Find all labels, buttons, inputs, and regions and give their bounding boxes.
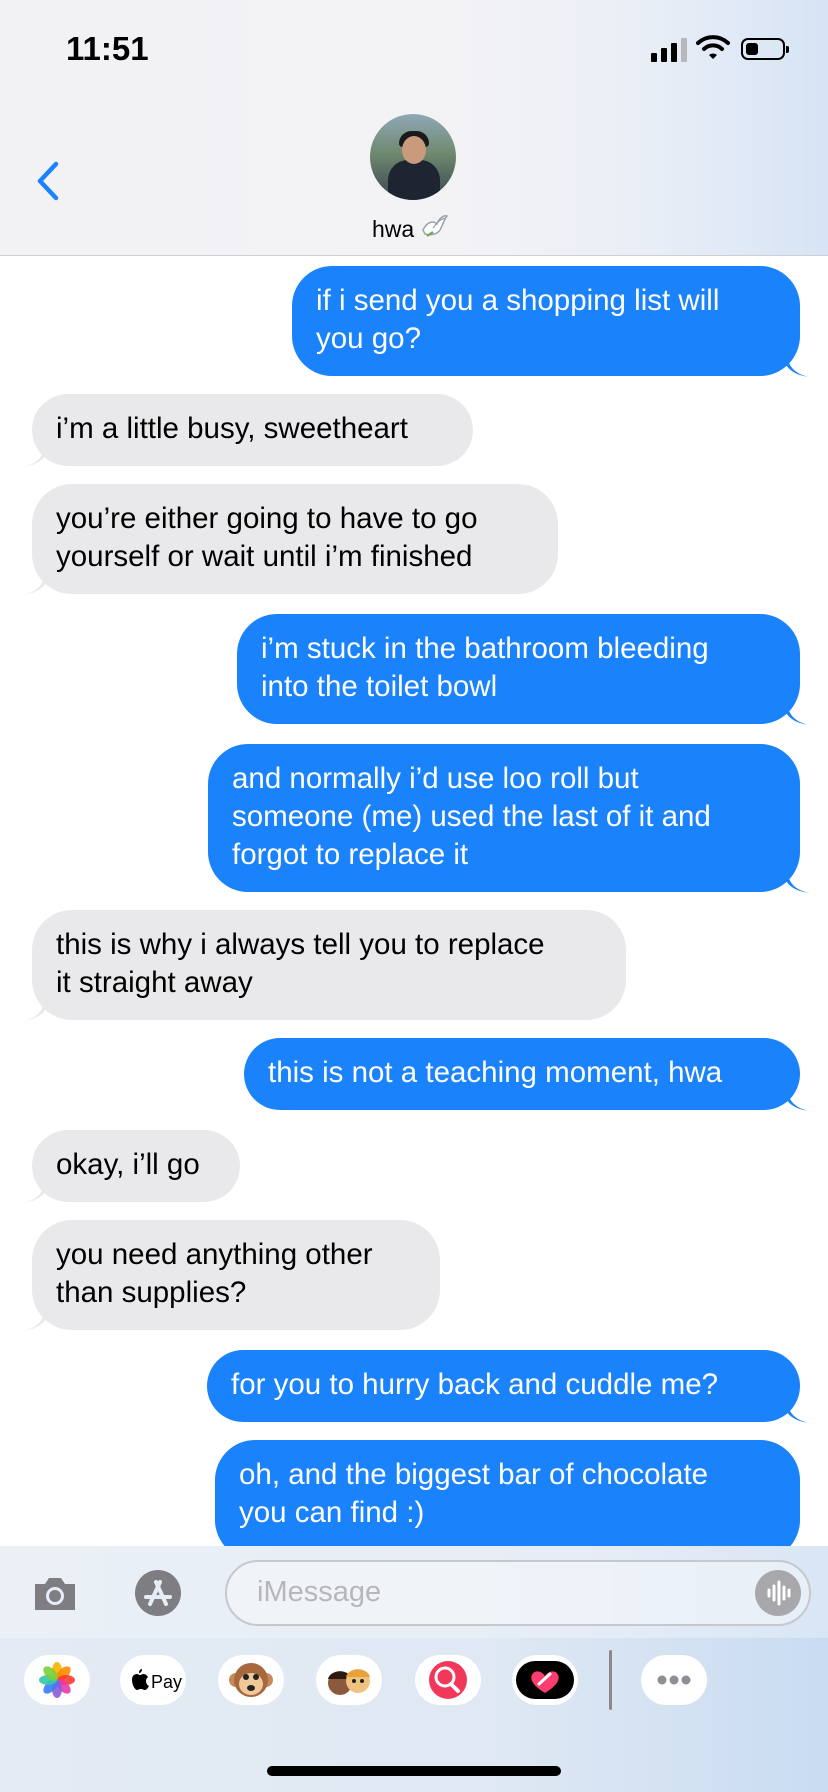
message-input[interactable]: iMessage [225,1560,811,1626]
outgoing-message-bubble[interactable]: if i send you a shopping list will you g… [292,266,810,377]
bubble-tail [22,997,50,1021]
more-apps-icon[interactable] [641,1655,707,1705]
app-drawer-separator [609,1650,612,1710]
app-store-icon[interactable] [126,1568,190,1618]
message-text: and normally i’d use loo roll but someon… [232,762,711,871]
audio-message-button[interactable] [755,1570,801,1616]
message-text: okay, i’ll go [56,1148,200,1181]
bubble-tail [782,1087,810,1111]
app-drawer: Pay [0,1638,828,1792]
incoming-message-bubble[interactable]: you need anything other than supplies? [22,1220,440,1331]
outgoing-message-bubble[interactable]: oh, and the biggest bar of chocolate you… [215,1440,800,1546]
outgoing-message-bubble[interactable]: and normally i’d use loo roll but someon… [208,744,810,893]
message-text: for you to hurry back and cuddle me? [231,1368,719,1401]
message-text: this is why i always tell you to replace… [56,928,545,999]
incoming-message-bubble[interactable]: okay, i’ll go [22,1130,240,1203]
outgoing-message-bubble[interactable]: for you to hurry back and cuddle me? [207,1350,810,1423]
bubble-tail [782,1537,789,1546]
incoming-message-bubble[interactable]: this is why i always tell you to replace… [22,910,626,1021]
message-text: i’m a little busy, sweetheart [56,412,408,445]
message-list[interactable]: if i send you a shopping list will you g… [0,256,828,1546]
battery-icon [741,38,789,60]
bubble-tail [22,1307,50,1331]
status-bar: 11:51 [0,0,828,100]
incoming-message-bubble[interactable]: i’m a little busy, sweetheart [22,394,473,467]
bubble-tail [782,701,810,725]
dove-emoji-icon [422,215,449,237]
message-text: you need anything other than supplies? [56,1238,373,1309]
apple-pay-label: Pay [151,1672,182,1692]
wifi-icon [696,35,730,59]
animoji-icon[interactable] [218,1655,284,1705]
bubble-tail [22,1179,50,1203]
photos-icon[interactable] [24,1655,90,1705]
message-text: oh, and the biggest bar of chocolate you… [239,1458,709,1529]
memoji-icon[interactable] [316,1655,382,1705]
bubble-tail [782,1399,810,1423]
bubble-tail [22,443,50,467]
bubble-tail [782,353,810,377]
camera-icon[interactable] [31,1574,79,1614]
message-text: i’m stuck in the bathroom bleeding into … [261,632,709,703]
incoming-message-bubble[interactable]: you’re either going to have to go yourse… [22,484,558,595]
bubble-tail [22,571,50,595]
message-input-placeholder: iMessage [257,1576,382,1608]
cellular-signal-icon [651,38,687,62]
digital-touch-icon[interactable] [512,1655,578,1705]
contact-avatar[interactable] [370,114,456,200]
compose-bar: iMessage [0,1546,828,1638]
outgoing-message-bubble[interactable]: i’m stuck in the bathroom bleeding into … [237,614,810,725]
back-chevron-icon[interactable] [32,158,62,204]
image-search-icon[interactable] [415,1655,481,1705]
waveform-icon [767,1580,791,1606]
home-indicator[interactable] [267,1766,561,1776]
bubble-tail [782,869,810,893]
message-text: if i send you a shopping list will you g… [316,284,720,355]
message-text: this is not a teaching moment, hwa [268,1056,723,1089]
apple-pay-icon[interactable]: Pay [120,1655,186,1705]
message-text: you’re either going to have to go yourse… [56,502,478,573]
status-time: 11:51 [66,30,149,67]
contact-name[interactable]: hwa [372,216,414,243]
outgoing-message-bubble[interactable]: this is not a teaching moment, hwa [244,1038,810,1111]
